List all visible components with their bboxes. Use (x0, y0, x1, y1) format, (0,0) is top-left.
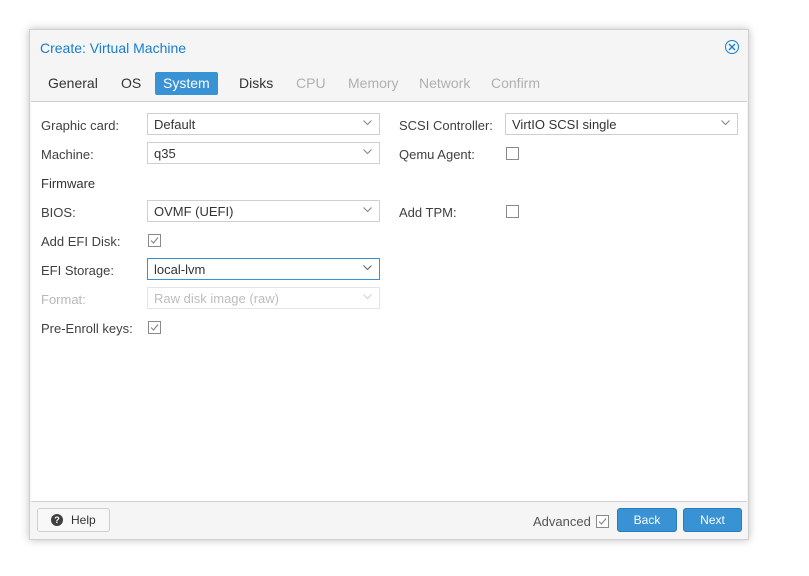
help-icon: ? (51, 514, 63, 526)
add-tpm-checkbox[interactable] (506, 205, 519, 218)
pre-enroll-keys-checkbox[interactable] (148, 321, 161, 334)
bios-select[interactable]: OVMF (UEFI) (147, 200, 380, 222)
next-button[interactable]: Next (683, 508, 742, 532)
format-value: Raw disk image (raw) (154, 291, 279, 306)
chevron-down-icon (363, 207, 372, 213)
qemu-agent-label: Qemu Agent: (399, 147, 475, 162)
advanced-label: Advanced (533, 514, 591, 529)
tab-general[interactable]: General (40, 72, 106, 95)
dialog-title: Create: Virtual Machine (40, 40, 187, 56)
machine-label: Machine: (41, 147, 94, 162)
chevron-down-icon (363, 120, 372, 126)
help-button[interactable]: ? Help (37, 508, 110, 532)
efi-storage-select[interactable]: local-lvm (147, 258, 380, 280)
format-label: Format: (41, 292, 86, 307)
format-select: Raw disk image (raw) (147, 287, 380, 309)
machine-select[interactable]: q35 (147, 142, 380, 164)
chevron-down-icon (363, 265, 372, 271)
tab-cpu: CPU (296, 75, 326, 91)
efi-storage-label: EFI Storage: (41, 263, 114, 278)
tab-confirm: Confirm (491, 75, 541, 91)
chevron-down-icon (363, 149, 372, 155)
add-efi-disk-checkbox[interactable] (148, 234, 161, 247)
graphic-card-select[interactable]: Default (147, 113, 380, 135)
firmware-heading: Firmware (41, 176, 96, 191)
tab-network: Network (419, 75, 471, 91)
tab-system[interactable]: System (155, 72, 218, 95)
qemu-agent-checkbox[interactable] (506, 147, 519, 160)
tab-memory: Memory (348, 75, 399, 91)
pre-enroll-keys-label: Pre-Enroll keys: (41, 321, 133, 336)
tab-disks[interactable]: Disks (231, 72, 281, 95)
efi-storage-value: local-lvm (154, 262, 206, 277)
add-tpm-label: Add TPM: (399, 205, 457, 220)
machine-value: q35 (154, 146, 176, 161)
advanced-checkbox[interactable] (596, 515, 609, 528)
close-icon[interactable] (725, 40, 739, 54)
back-button[interactable]: Back (617, 508, 677, 532)
scsi-controller-select[interactable]: VirtIO SCSI single (505, 113, 738, 135)
chevron-down-icon (363, 294, 372, 300)
chevron-down-icon (721, 120, 730, 126)
graphic-card-value: Default (154, 117, 196, 132)
tab-os[interactable]: OS (113, 72, 149, 95)
system-panel: Graphic card: Default Machine: q35 Firmw… (31, 101, 747, 502)
bios-value: OVMF (UEFI) (154, 204, 234, 219)
scsi-controller-label: SCSI Controller: (399, 118, 493, 133)
add-efi-disk-label: Add EFI Disk: (41, 234, 121, 249)
create-vm-dialog: Create: Virtual Machine General OS Syste… (29, 29, 749, 540)
help-button-label: Help (71, 513, 96, 527)
scsi-controller-value: VirtIO SCSI single (512, 117, 617, 132)
graphic-card-label: Graphic card: (41, 118, 120, 133)
dialog-footer: ? Help Advanced Back Next (30, 502, 748, 539)
dialog-titlebar: Create: Virtual Machine (30, 30, 748, 66)
bios-label: BIOS: (41, 205, 76, 220)
